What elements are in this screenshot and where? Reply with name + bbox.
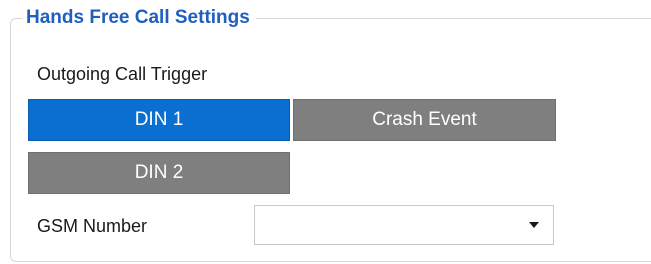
gsm-number-label: GSM Number bbox=[37, 216, 148, 236]
outgoing-call-trigger-label: Outgoing Call Trigger bbox=[37, 64, 208, 84]
gsm-number-dropdown[interactable] bbox=[254, 205, 554, 245]
section-title: Hands Free Call Settings bbox=[22, 6, 256, 30]
chevron-down-icon[interactable] bbox=[529, 222, 539, 228]
crash-event-option-button[interactable]: Crash Event bbox=[293, 99, 556, 141]
din1-option-button[interactable]: DIN 1 bbox=[28, 99, 290, 141]
din2-option-button[interactable]: DIN 2 bbox=[28, 152, 290, 194]
